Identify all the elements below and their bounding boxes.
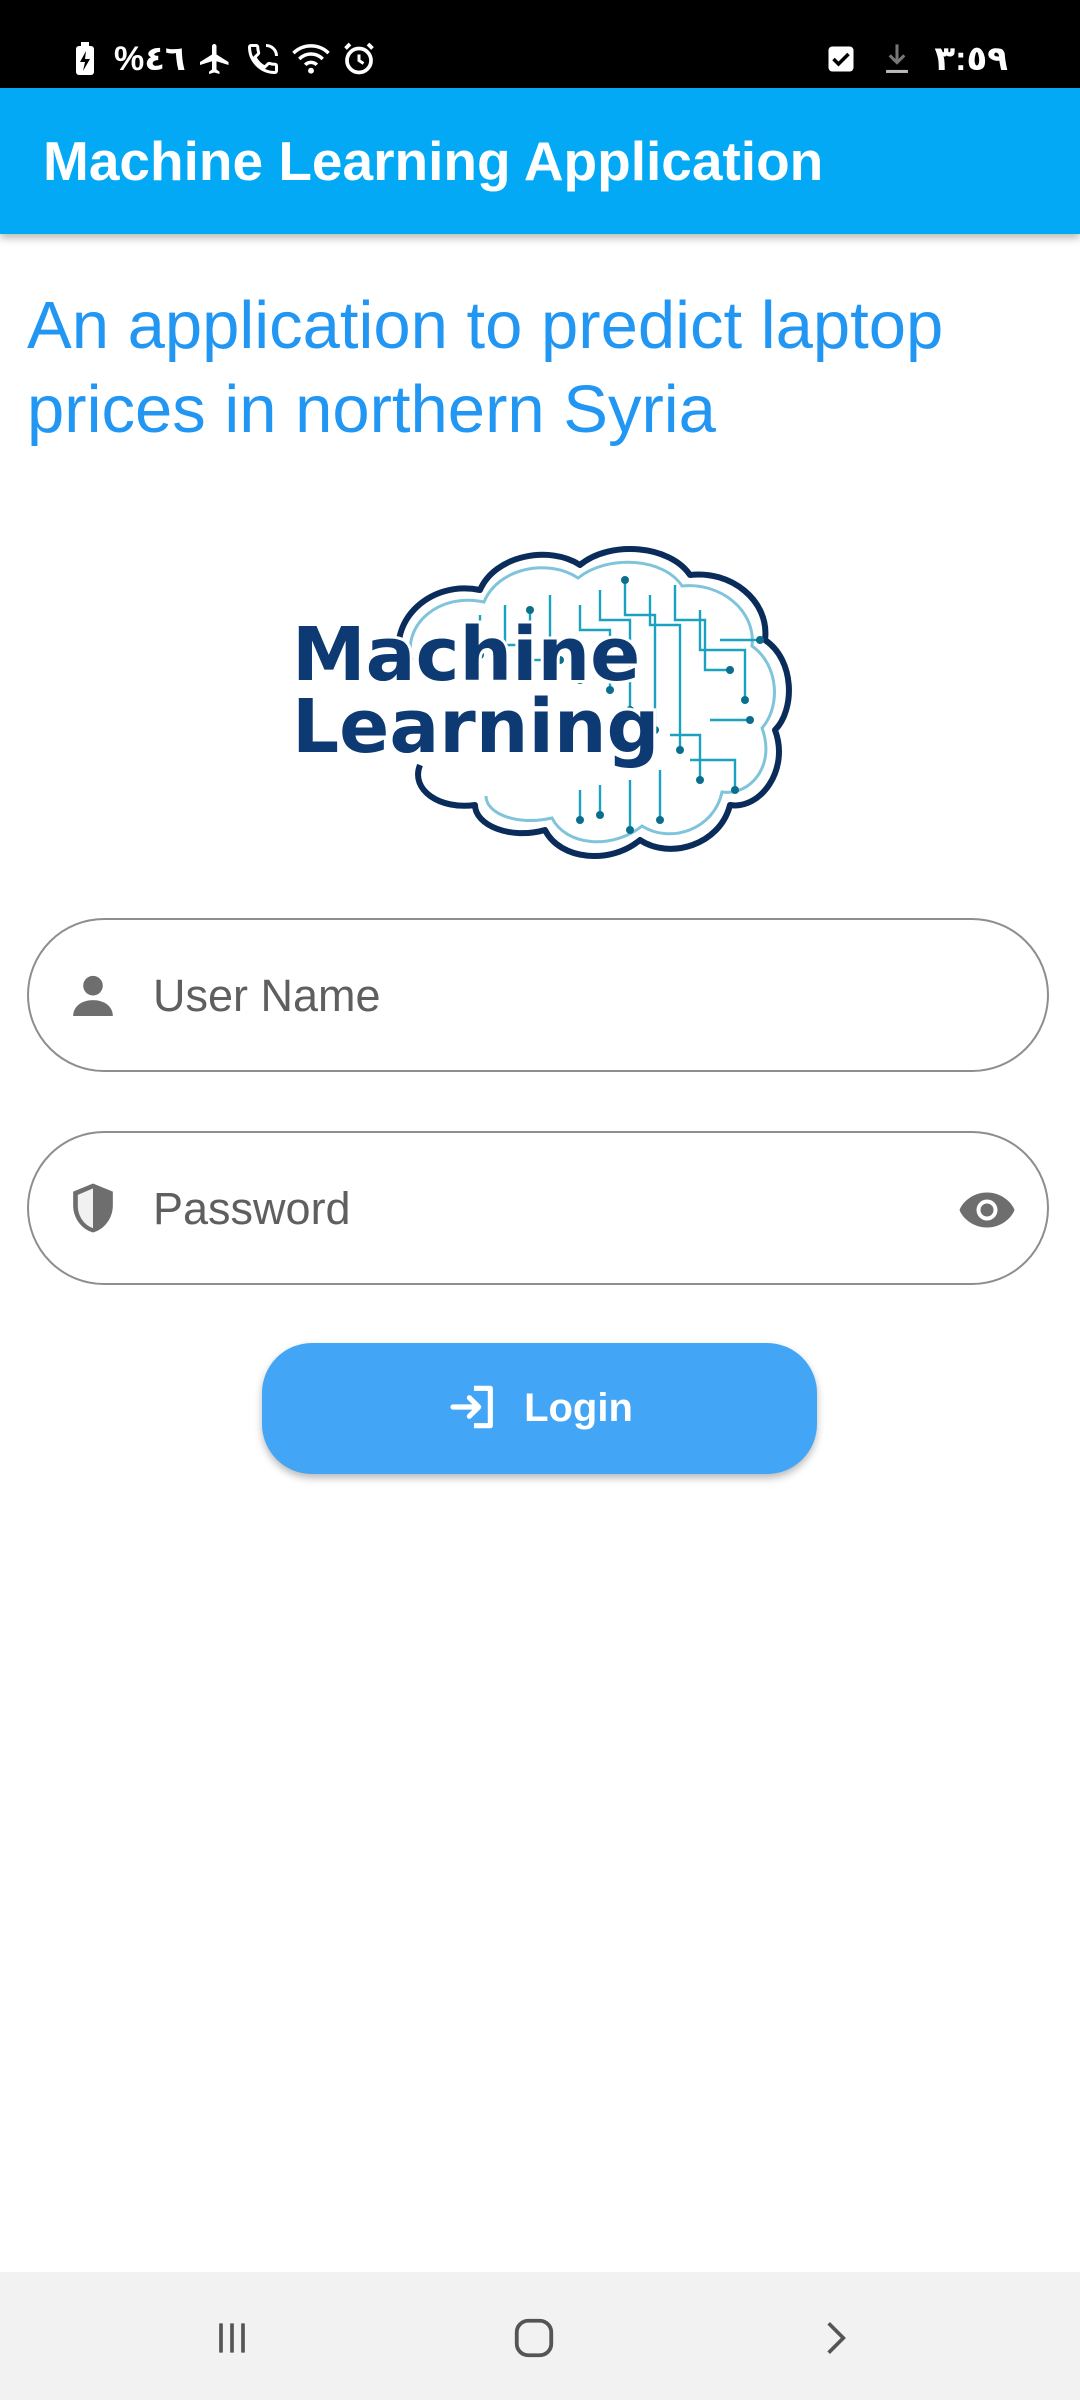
alarm-icon [340,40,378,78]
checkbox-notification-icon [822,40,860,78]
system-nav-bar [0,2272,1080,2400]
wifi-calling-icon [244,40,282,78]
login-button[interactable]: Login [262,1343,817,1474]
password-input[interactable] [153,1167,933,1251]
app-bar: Machine Learning Application [0,88,1080,234]
recent-apps-icon[interactable] [200,2306,264,2370]
app-title: Machine Learning Application [43,130,824,192]
home-icon[interactable] [502,2306,566,2370]
status-right: ٣:٥٩ [822,38,1008,80]
status-left: %٤٦ [66,38,378,80]
logo-line2: Learning [292,684,659,770]
page-headline: An application to predict laptop prices … [27,288,944,447]
clock: ٣:٥٩ [934,40,1008,78]
back-icon[interactable] [804,2306,868,2370]
airplane-icon [196,40,234,78]
username-field[interactable] [27,918,1049,1072]
shield-icon [65,1180,121,1236]
download-icon [878,40,916,78]
login-label: Login [524,1386,633,1430]
password-field[interactable] [27,1131,1049,1285]
username-input[interactable] [153,954,933,1038]
battery-saver-icon [66,40,104,78]
login-icon [446,1379,502,1438]
person-icon [65,967,121,1023]
status-bar: %٤٦ ٣:٥٩ [0,0,1080,88]
wifi-icon [291,40,330,78]
eye-icon[interactable] [957,1180,1017,1240]
machine-learning-logo: Machine Learning [280,520,810,870]
battery-percentage: %٤٦ [114,40,186,78]
